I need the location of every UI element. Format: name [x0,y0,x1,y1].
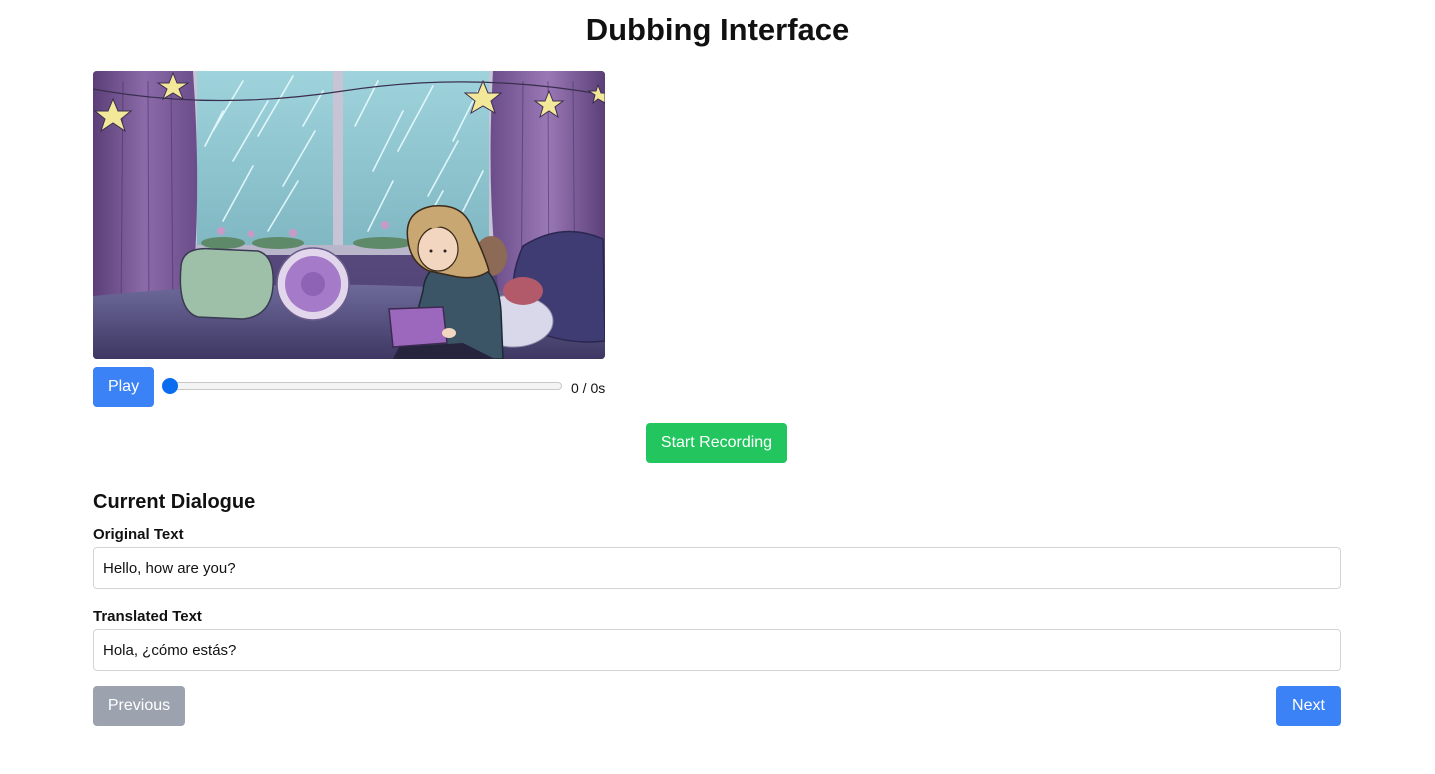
translated-text-field[interactable] [93,629,1341,671]
time-readout: 0 / 0s [571,380,606,396]
previous-button[interactable]: Previous [93,686,185,726]
translated-text-label: Translated Text [93,608,202,625]
start-recording-button[interactable]: Start Recording [646,423,787,463]
video-thumbnail [93,71,605,359]
video-player[interactable] [93,71,605,359]
seek-slider-thumb[interactable] [162,378,178,394]
play-button[interactable]: Play [93,367,154,407]
original-text-field[interactable] [93,547,1341,589]
original-text-label: Original Text [93,526,184,543]
page-title: Dubbing Interface [585,12,850,47]
seek-slider[interactable] [162,378,562,394]
next-button[interactable]: Next [1276,686,1341,726]
current-dialogue-heading: Current Dialogue [93,491,256,513]
